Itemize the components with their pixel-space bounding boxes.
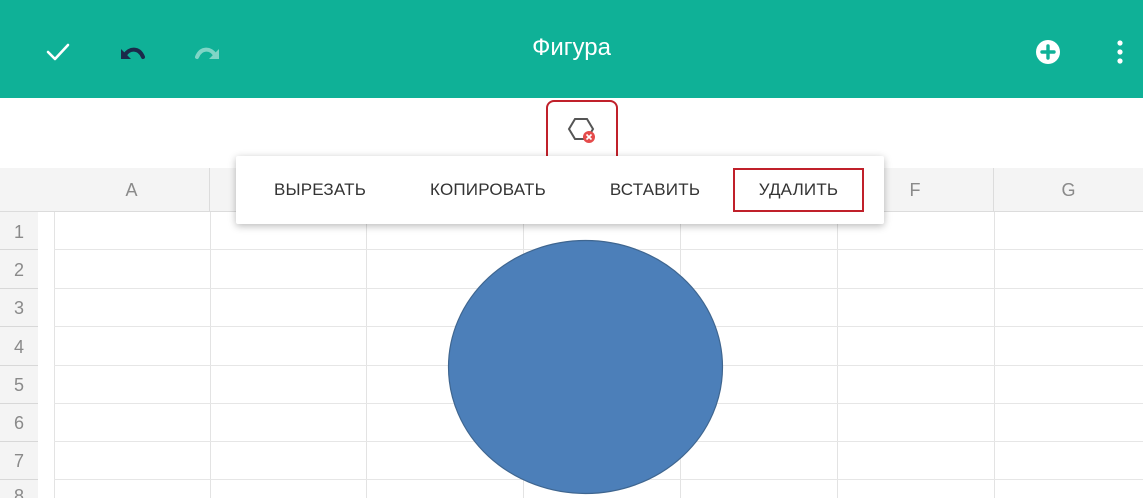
row-header-8[interactable]: 8 bbox=[0, 480, 38, 498]
ellipse-shape[interactable] bbox=[447, 239, 724, 495]
more-vertical-icon[interactable] bbox=[1098, 30, 1142, 74]
column-gridline bbox=[366, 212, 367, 498]
copy-menu-item[interactable]: КОПИРОВАТЬ bbox=[412, 174, 564, 206]
delete-menu-item[interactable]: УДАЛИТЬ bbox=[733, 168, 864, 212]
add-circle-icon[interactable] bbox=[1026, 30, 1070, 74]
context-menu: ВЫРЕЗАТЬ КОПИРОВАТЬ ВСТАВИТЬ УДАЛИТЬ bbox=[236, 156, 884, 224]
column-header-a[interactable]: A bbox=[54, 168, 210, 212]
shape-delete-button[interactable] bbox=[546, 100, 618, 164]
column-gridline bbox=[837, 212, 838, 498]
toolbar: Фигура bbox=[0, 0, 1143, 98]
column-header-g[interactable]: G bbox=[994, 168, 1143, 212]
row-header-4[interactable]: 4 bbox=[0, 327, 38, 366]
row-header-3[interactable]: 3 bbox=[0, 289, 38, 327]
row-header-2[interactable]: 2 bbox=[0, 250, 38, 289]
row-header-5[interactable]: 5 bbox=[0, 366, 38, 404]
sheet-corner[interactable] bbox=[0, 168, 55, 212]
row-header-6[interactable]: 6 bbox=[0, 404, 38, 442]
paste-menu-item[interactable]: ВСТАВИТЬ bbox=[596, 174, 714, 206]
column-gridline bbox=[994, 212, 995, 498]
row-header-7[interactable]: 7 bbox=[0, 442, 38, 480]
shape-delete-icon bbox=[564, 113, 600, 152]
column-gridline bbox=[210, 212, 211, 498]
cut-menu-item[interactable]: ВЫРЕЗАТЬ bbox=[258, 174, 382, 206]
column-gridline bbox=[54, 212, 55, 498]
page-title: Фигура bbox=[532, 34, 611, 61]
row-gutter bbox=[38, 212, 54, 498]
row-header-1[interactable]: 1 bbox=[0, 212, 38, 250]
